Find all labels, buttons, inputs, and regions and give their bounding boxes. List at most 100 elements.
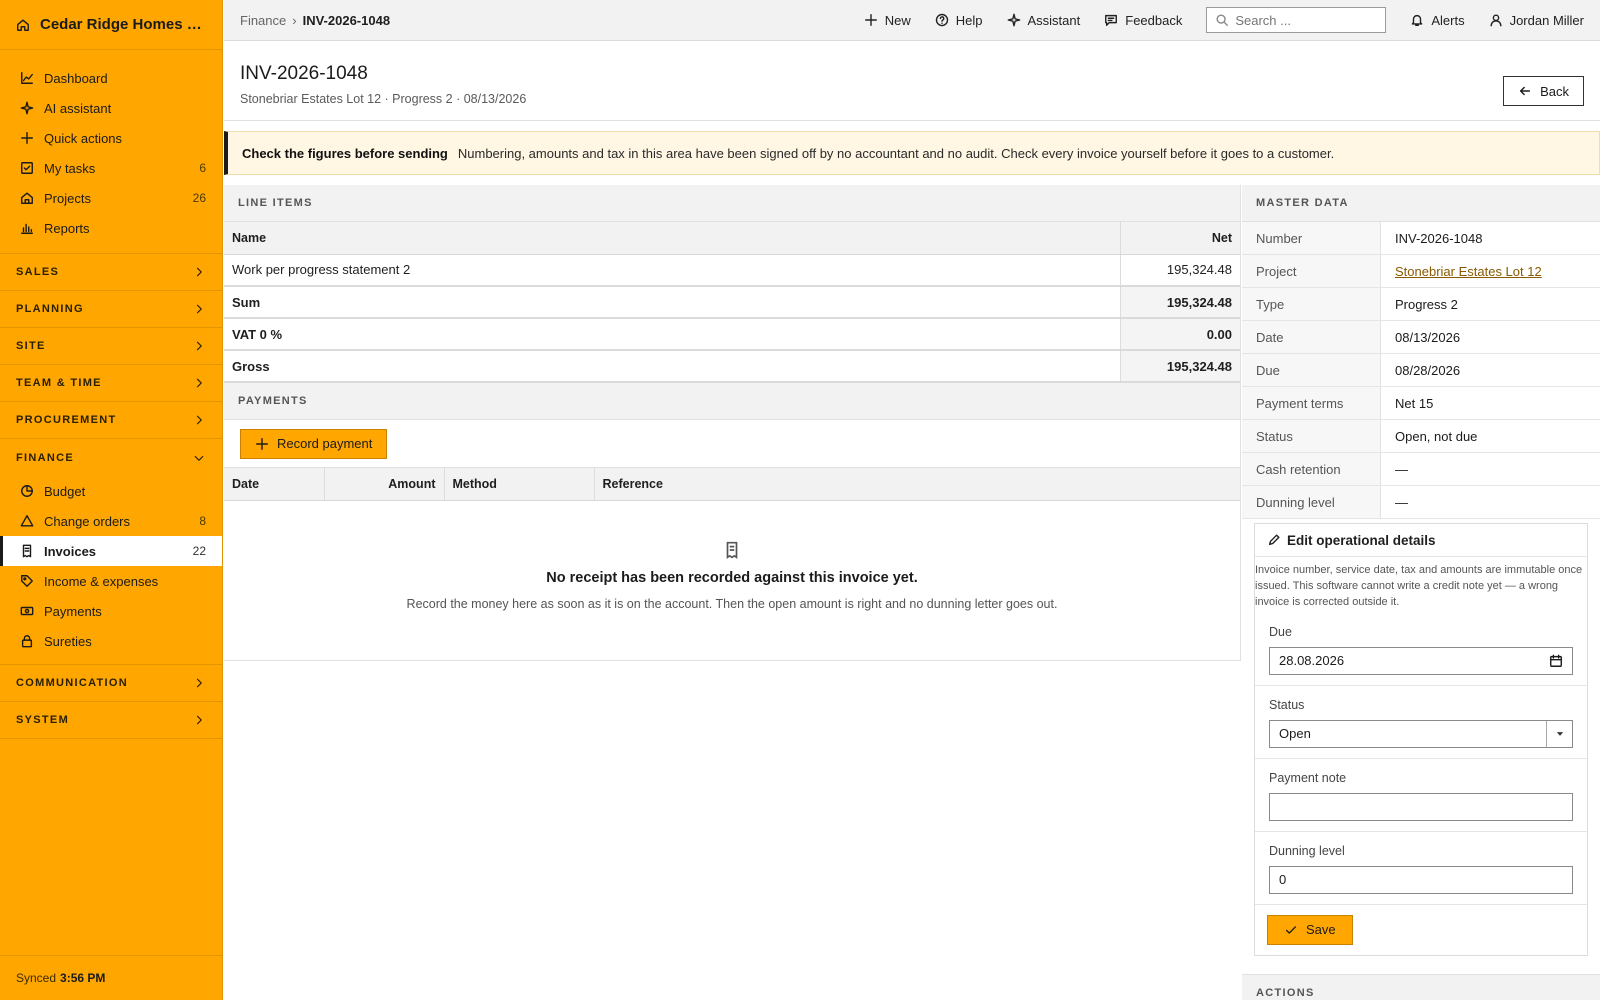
sidebar-item-income-expenses[interactable]: Income & expenses	[0, 566, 222, 596]
section-sales[interactable]: SALES	[0, 254, 222, 291]
master-row-date: Date 08/13/2026	[1242, 321, 1600, 354]
brand-name: Cedar Ridge Homes L...	[40, 16, 206, 33]
master-row-project: Project Stonebriar Estates Lot 12	[1242, 255, 1600, 288]
record-payment-button[interactable]: Record payment	[240, 428, 388, 459]
due-date-input[interactable]: 28.08.2026	[1269, 646, 1573, 675]
assistant-button[interactable]: Assistant	[1007, 13, 1080, 28]
master-value: 08/28/2026	[1395, 362, 1461, 378]
sidebar-item-budget[interactable]: Budget	[0, 476, 222, 506]
payments-table: Date Amount Method Reference	[224, 468, 1240, 501]
search-box[interactable]	[1206, 7, 1387, 33]
save-button[interactable]: Save	[1267, 914, 1353, 945]
search-icon	[1215, 13, 1229, 27]
sidebar-item-count: 26	[192, 191, 206, 205]
vat-label: VAT 0 %	[224, 318, 1120, 351]
section-planning[interactable]: PLANNING	[0, 291, 222, 328]
record-payment-label: Record payment	[277, 436, 373, 451]
brand[interactable]: Cedar Ridge Homes L...	[0, 0, 222, 50]
sidebar-item-reports[interactable]: Reports	[0, 213, 222, 243]
user-menu[interactable]: Jordan Miller	[1489, 13, 1584, 28]
status-select[interactable]: Open	[1269, 719, 1573, 748]
table-header-row: Name Net	[224, 222, 1240, 255]
receipt-icon	[20, 544, 34, 558]
sum-label: Sum	[224, 286, 1120, 319]
search-input[interactable]	[1235, 12, 1376, 28]
sidebar-item-label: Dashboard	[44, 70, 108, 86]
breadcrumb-current: INV-2026-1048	[302, 12, 391, 28]
sidebar-item-my-tasks[interactable]: My tasks 6	[0, 153, 222, 183]
master-value: Stonebriar Estates Lot 12	[1381, 255, 1600, 287]
master-key: Due	[1242, 354, 1381, 386]
sync-status: Synced 3:56 PM	[0, 955, 222, 1000]
user-name: Jordan Miller	[1509, 12, 1584, 28]
breadcrumb-parent[interactable]: Finance	[240, 13, 286, 28]
line-item-net: 195,324.48	[1119, 254, 1240, 287]
save-label: Save	[1306, 922, 1336, 938]
plus-icon	[864, 13, 878, 27]
due-label: Due	[1269, 624, 1292, 639]
sync-label: Synced	[16, 971, 57, 985]
master-row-due: Due 08/28/2026	[1242, 354, 1600, 387]
master-row-dunning-level: Dunning level —	[1242, 486, 1600, 519]
master-key: Project	[1242, 255, 1381, 287]
plus-icon	[255, 437, 269, 451]
sidebar-item-dashboard[interactable]: Dashboard	[0, 63, 222, 93]
pencil-icon	[1267, 533, 1281, 547]
sidebar-item-change-orders[interactable]: Change orders 8	[0, 506, 222, 536]
sum-value: 195,324.48	[1119, 286, 1240, 319]
pie-icon	[20, 484, 34, 498]
edit-heading[interactable]: Edit operational details	[1255, 524, 1587, 557]
master-key: Status	[1242, 420, 1381, 452]
project-link[interactable]: Stonebriar Estates Lot 12	[1395, 264, 1542, 279]
sidebar-item-count: 6	[199, 161, 206, 175]
section-team-time[interactable]: TEAM & TIME	[0, 365, 222, 402]
status-label: Status	[1269, 697, 1305, 712]
alerts-button[interactable]: Alerts	[1410, 13, 1465, 28]
nav-top: Dashboard AI assistant Quick actions My …	[0, 50, 222, 254]
help-circle-icon	[935, 13, 949, 27]
chevron-down-icon	[192, 451, 206, 465]
payments-empty-state: No receipt has been recorded against thi…	[224, 501, 1240, 659]
line-item-name: Work per progress statement 2	[224, 254, 1120, 287]
sidebar-item-label: AI assistant	[44, 100, 112, 116]
topbar: Finance › INV-2026-1048 New Help Assista…	[224, 0, 1600, 41]
back-button[interactable]: Back	[1503, 76, 1584, 106]
master-key: Cash retention	[1242, 453, 1381, 485]
checkbox-icon	[20, 161, 34, 175]
sidebar-item-count: 8	[199, 514, 206, 528]
section-system[interactable]: SYSTEM	[0, 702, 222, 739]
breadcrumb-separator: ›	[292, 12, 297, 28]
banknote-icon	[20, 604, 34, 618]
feedback-button[interactable]: Feedback	[1104, 13, 1182, 28]
gross-row: Gross 195,324.48	[224, 350, 1240, 383]
calendar-icon[interactable]	[1549, 654, 1563, 668]
save-row: Save	[1255, 905, 1587, 955]
help-label: Help	[955, 12, 983, 28]
payment-note-input[interactable]	[1269, 792, 1573, 821]
sidebar-item-projects[interactable]: Projects 26	[0, 183, 222, 213]
receipt-icon	[224, 541, 1240, 562]
dunning-level-input[interactable]	[1269, 865, 1573, 894]
sidebar-item-sureties[interactable]: Sureties	[0, 626, 222, 656]
chevron-right-icon	[192, 265, 206, 279]
sidebar-item-payments[interactable]: Payments	[0, 596, 222, 626]
sidebar-item-label: Change orders	[44, 513, 130, 529]
sidebar-item-ai-assistant[interactable]: AI assistant	[0, 93, 222, 123]
sidebar-item-invoices[interactable]: Invoices 22	[0, 536, 222, 566]
section-procurement[interactable]: PROCUREMENT	[0, 402, 222, 439]
breadcrumb: Finance › INV-2026-1048	[240, 13, 864, 28]
bell-icon	[1410, 13, 1424, 27]
master-value: INV-2026-1048	[1395, 230, 1483, 246]
new-button[interactable]: New	[864, 13, 911, 28]
section-finance[interactable]: FINANCE	[0, 439, 222, 476]
line-items-table: Name Net Work per progress statement 2 1…	[224, 222, 1240, 383]
dunning-level-label: Dunning level	[1269, 843, 1345, 858]
sidebar-item-label: Budget	[44, 483, 86, 499]
dunning-level-field: Dunning level	[1255, 832, 1587, 905]
section-communication[interactable]: COMMUNICATION	[0, 665, 222, 702]
sidebar-item-label: Quick actions	[44, 130, 123, 146]
sidebar-item-quick-actions[interactable]: Quick actions	[0, 123, 222, 153]
master-key: Date	[1242, 321, 1381, 353]
section-site[interactable]: SITE	[0, 328, 222, 365]
help-button[interactable]: Help	[935, 13, 983, 28]
